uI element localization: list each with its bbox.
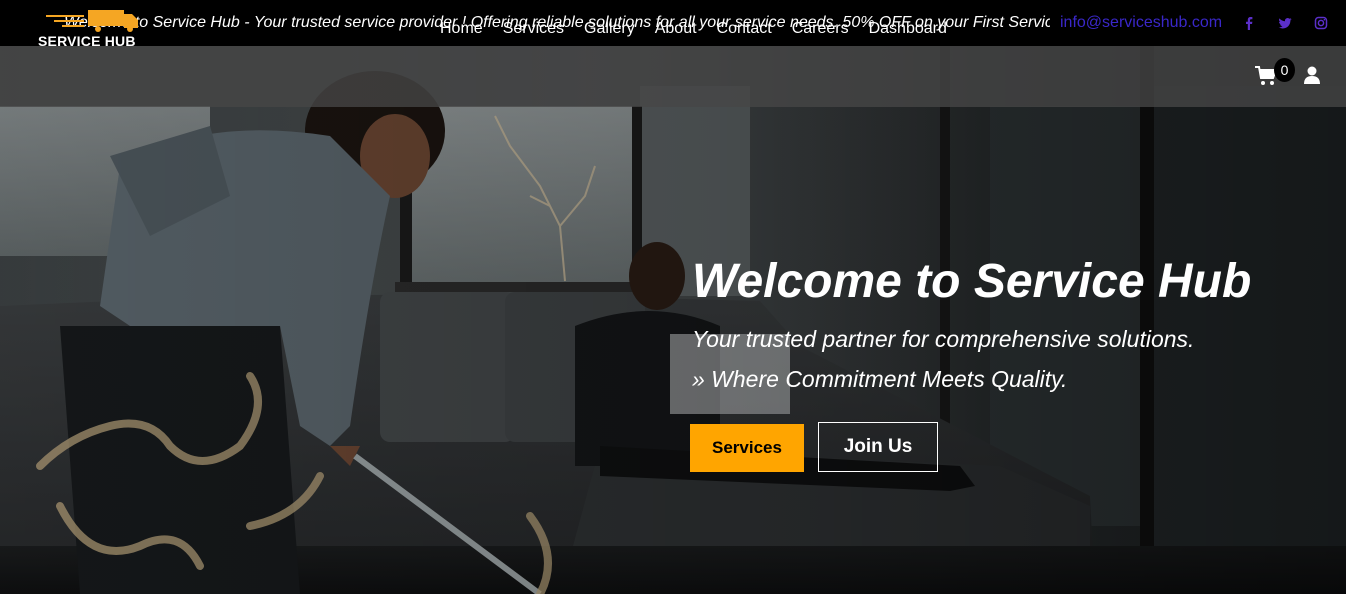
user-account-icon[interactable] (1304, 66, 1320, 84)
nav-gallery[interactable]: Gallery (584, 20, 635, 38)
hero-tagline: » Where Commitment Meets Quality. (692, 366, 1068, 392)
nav-careers[interactable]: Careers (792, 20, 849, 38)
main-navbar (0, 46, 1346, 107)
join-us-button[interactable]: Join Us (818, 422, 938, 472)
hero-subtitle: Your trusted partner for comprehensive s… (692, 326, 1195, 352)
hero-section (0, 46, 1346, 594)
primary-navigation: Home Services Gallery About Contact Care… (440, 20, 967, 38)
nav-dashboard[interactable]: Dashboard (869, 20, 947, 38)
nav-contact[interactable]: Contact (717, 20, 772, 38)
social-links (1242, 16, 1328, 30)
hero-background-image (0, 46, 1346, 594)
instagram-icon[interactable] (1314, 16, 1328, 30)
cart-count-badge: 0 (1274, 58, 1295, 82)
nav-home[interactable]: Home (440, 20, 483, 38)
services-button[interactable]: Services (690, 424, 804, 472)
nav-services[interactable]: Services (503, 20, 564, 38)
hero-title: Welcome to Service Hub (692, 255, 1252, 308)
contact-area: info@serviceshub.com (1050, 0, 1346, 46)
facebook-icon[interactable] (1242, 16, 1256, 30)
twitter-icon[interactable] (1278, 16, 1292, 30)
brand-name: SERVICE HUB (38, 33, 136, 49)
nav-about[interactable]: About (655, 20, 697, 38)
email-link[interactable]: info@serviceshub.com (1060, 14, 1222, 32)
